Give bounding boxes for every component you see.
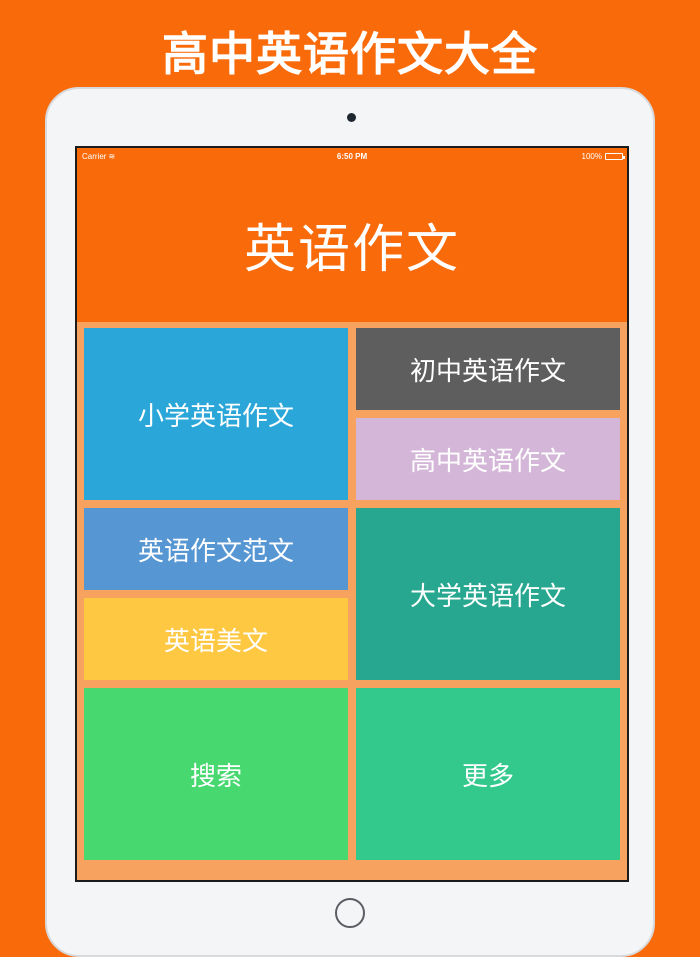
battery-percent: 100% <box>581 152 602 161</box>
camera-icon <box>347 113 356 122</box>
tile-label: 搜索 <box>189 761 242 792</box>
tile-more[interactable]: 更多 <box>356 688 620 860</box>
tile-label: 英语美文 <box>163 626 268 657</box>
tile-label: 小学英语作文 <box>137 401 294 432</box>
home-button[interactable] <box>335 898 365 928</box>
app-screen: Carrier ≋ 6:50 PM 100% 英语作文 小学英语作文 初中英语作文… <box>75 146 629 882</box>
app-header: 英语作文 <box>77 166 627 322</box>
tile-label: 高中英语作文 <box>409 446 566 477</box>
promo-title: 高中英语作文大全 <box>162 27 538 81</box>
battery-icon <box>605 153 625 160</box>
tile-senior-high-essays[interactable]: 高中英语作文 <box>356 418 620 500</box>
tile-label: 更多 <box>461 761 514 792</box>
tile-search[interactable]: 搜索 <box>84 688 348 860</box>
tile-beautiful-prose[interactable]: 英语美文 <box>84 598 348 680</box>
status-battery: 100% <box>581 152 625 161</box>
tablet-frame: Carrier ≋ 6:50 PM 100% 英语作文 小学英语作文 初中英语作文… <box>45 87 655 957</box>
tile-model-essays[interactable]: 英语作文范文 <box>84 508 348 590</box>
tile-primary-school-essays[interactable]: 小学英语作文 <box>84 328 348 500</box>
tile-label: 大学英语作文 <box>409 581 566 612</box>
tile-college-essays[interactable]: 大学英语作文 <box>356 508 620 680</box>
tile-junior-high-essays[interactable]: 初中英语作文 <box>356 328 620 410</box>
tile-label: 初中英语作文 <box>409 356 566 387</box>
header-title: 英语作文 <box>243 219 460 280</box>
status-time: 6:50 PM <box>336 152 368 161</box>
tile-label: 英语作文范文 <box>137 536 294 567</box>
status-bar: Carrier ≋ 6:50 PM 100% <box>77 148 627 166</box>
